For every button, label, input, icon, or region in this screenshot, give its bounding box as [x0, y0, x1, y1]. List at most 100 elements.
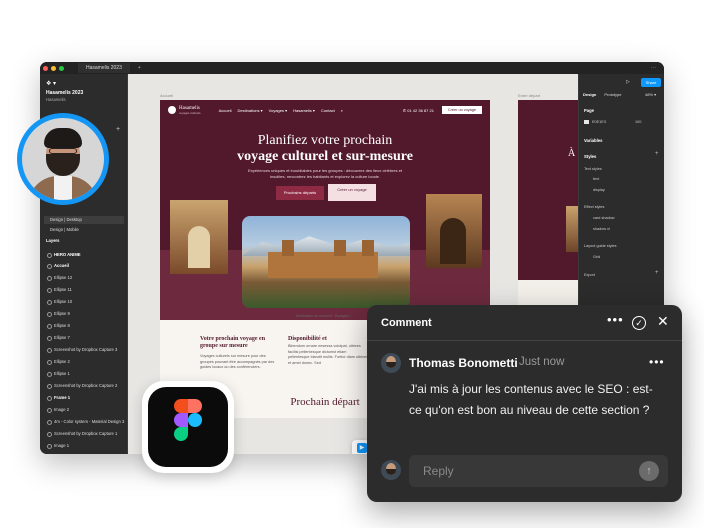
- layer-item[interactable]: Ellipse 12: [44, 272, 126, 283]
- section-description: Bibendum ornare nesessa volutpat, ultric…: [288, 344, 368, 365]
- site-brand: Hasamelis voyages culturels: [179, 105, 201, 115]
- add-style-button[interactable]: +: [655, 151, 659, 157]
- add-page-button[interactable]: +: [116, 126, 120, 133]
- tab-design[interactable]: Design: [583, 92, 596, 97]
- present-icon[interactable]: ▷: [626, 79, 630, 85]
- user-avatar: [17, 113, 109, 205]
- layer-item[interactable]: Image 2: [44, 404, 126, 415]
- tab-prototype[interactable]: Prototype: [604, 92, 621, 97]
- site-primary-button: Prochains départs: [276, 186, 324, 200]
- layer-item[interactable]: Image 1: [44, 440, 126, 451]
- page-opacity-field[interactable]: 100: [635, 120, 641, 124]
- alhambra-landscape-photo: [242, 216, 410, 308]
- page-item-mobile[interactable]: Design | Mobile: [44, 226, 124, 234]
- comment-popover: Comment ••• ✓ ✕ Thomas Bonometti Just no…: [367, 305, 682, 502]
- layer-item[interactable]: Ellipse 8: [44, 320, 126, 331]
- layout-guides-label: Layout guide styles: [584, 244, 617, 248]
- effect-style-item[interactable]: card shadow: [593, 216, 615, 220]
- project-name[interactable]: Hasamelis 2023: [46, 90, 83, 96]
- page-item-desktop[interactable]: Design | Desktop: [44, 216, 124, 224]
- comment-more-icon[interactable]: •••: [649, 355, 665, 369]
- effect-style-item[interactable]: shadow xl: [593, 227, 610, 231]
- site-menu-item: Destinations ▾: [237, 107, 263, 113]
- site-nav: Hasamelis voyages culturels Accueil Dest…: [168, 105, 482, 115]
- alhambra-arcade-photo: [426, 194, 482, 268]
- variables-label[interactable]: Variables: [584, 138, 602, 143]
- reply-placeholder: Reply: [423, 464, 454, 478]
- site-menu: Accueil Destinations ▾ Voyages ▾ Hasamel…: [219, 108, 343, 113]
- zoom-dropdown[interactable]: 48% ▾: [645, 92, 656, 97]
- layer-item[interactable]: Ellipse 7: [44, 332, 126, 343]
- layer-item[interactable]: 4m - Color system - Material Design 3: [44, 416, 126, 427]
- frame-label[interactable]: Entre départ: [518, 93, 540, 98]
- site-menu-item: Voyages ▾: [268, 107, 288, 113]
- close-window-button[interactable]: [43, 65, 48, 71]
- window-more-button[interactable]: ···: [651, 65, 656, 71]
- site-menu-item: Accueil: [218, 107, 232, 113]
- hero-title: Planifiez votre prochain: [257, 133, 393, 148]
- layer-item[interactable]: Screenshot by Dropbox Capture 1: [44, 428, 126, 439]
- page-section-label: Page: [584, 108, 595, 113]
- layer-item[interactable]: Ellipse 10: [44, 296, 126, 307]
- file-tab[interactable]: Hasamelis 2023: [78, 63, 130, 73]
- move-tool-icon[interactable]: ▶: [357, 443, 367, 453]
- reply-input[interactable]: Reply ↑: [409, 455, 668, 487]
- search-icon: ⌕: [340, 107, 343, 113]
- frame-label[interactable]: Accueil: [160, 93, 173, 98]
- project-team: Hasamelis: [46, 97, 66, 102]
- effect-styles-label: Effect styles: [584, 205, 605, 209]
- layer-item[interactable]: Screenshot by Dropbox Capture 2: [44, 380, 126, 391]
- text-styles-label: Text styles: [584, 167, 602, 171]
- second-frame-hero: [518, 100, 578, 280]
- photo-caption: Destination du moment : Espagne ›: [296, 314, 351, 318]
- comment-title: Comment: [381, 317, 432, 329]
- figma-logo-icon: [142, 381, 234, 473]
- author-avatar: [381, 353, 401, 373]
- layer-item[interactable]: Accueil: [44, 260, 126, 271]
- text-style-item[interactable]: display: [593, 188, 605, 192]
- current-user-avatar: [381, 460, 401, 480]
- page-color-field[interactable]: E0E1E3: [584, 120, 606, 124]
- layer-item[interactable]: Frame 1: [44, 392, 126, 403]
- layer-item[interactable]: Ellipse 2: [44, 356, 126, 367]
- site-menu-item: Hasamelis ▾: [293, 107, 315, 113]
- layer-item[interactable]: Screenshot by Dropbox Capture 3: [44, 344, 126, 355]
- layer-item[interactable]: Ellipse 1: [44, 368, 126, 379]
- layer-item[interactable]: Ellipse 11: [44, 284, 126, 295]
- second-frame-photo: [566, 206, 578, 252]
- resolve-check-icon[interactable]: ✓: [632, 316, 646, 330]
- styles-label: Styles: [584, 154, 597, 159]
- title-bar: Hasamelis 2023 + ···: [40, 62, 664, 74]
- site-menu-item: Contact: [320, 107, 335, 113]
- send-arrow-icon[interactable]: ↑: [639, 461, 659, 481]
- main-menu-button[interactable]: ❖ ▾: [46, 80, 56, 87]
- hero-title: voyage culturel et sur-mesure: [237, 149, 413, 164]
- hero-description: Expériences uniques et inoubliables pour…: [247, 168, 403, 179]
- more-options-icon[interactable]: •••: [607, 312, 624, 327]
- site-logo-icon: [168, 106, 176, 114]
- layer-item[interactable]: Ellipse 9: [44, 308, 126, 319]
- close-icon[interactable]: ✕: [657, 313, 669, 330]
- comment-message: J'ai mis à jour les contenus avec le SEO…: [409, 382, 653, 417]
- section-title: Disponibilité et: [288, 336, 327, 342]
- comment-timestamp: Just now: [519, 356, 565, 368]
- site-cta-button: Créer un voyage: [441, 106, 482, 114]
- layout-guide-item[interactable]: Grid: [593, 255, 600, 259]
- section-title: Votre prochain voyage en groupe sur mesu…: [200, 336, 266, 349]
- layer-item[interactable]: HERO ANIME: [44, 249, 126, 260]
- site-secondary-button: Créer un voyage: [328, 184, 376, 201]
- layers-title: Layers: [46, 238, 60, 243]
- comment-author: Thomas Bonometti: [409, 356, 518, 370]
- new-tab-button[interactable]: +: [138, 65, 141, 71]
- add-export-button[interactable]: +: [655, 270, 659, 276]
- second-frame-title: À la d: [568, 148, 578, 159]
- share-button[interactable]: Share: [641, 78, 661, 87]
- export-label[interactable]: Export: [584, 273, 595, 277]
- site-phone: ✆ 01 42 36 87 21: [402, 107, 434, 113]
- panel-tabs: Design Prototype: [583, 92, 621, 97]
- minimize-window-button[interactable]: [51, 65, 56, 71]
- alhambra-arch-photo: [170, 200, 228, 274]
- section-description: Voyages culturels sur mesure pour des gr…: [200, 354, 275, 369]
- maximize-window-button[interactable]: [59, 65, 64, 71]
- text-style-item[interactable]: text: [593, 177, 599, 181]
